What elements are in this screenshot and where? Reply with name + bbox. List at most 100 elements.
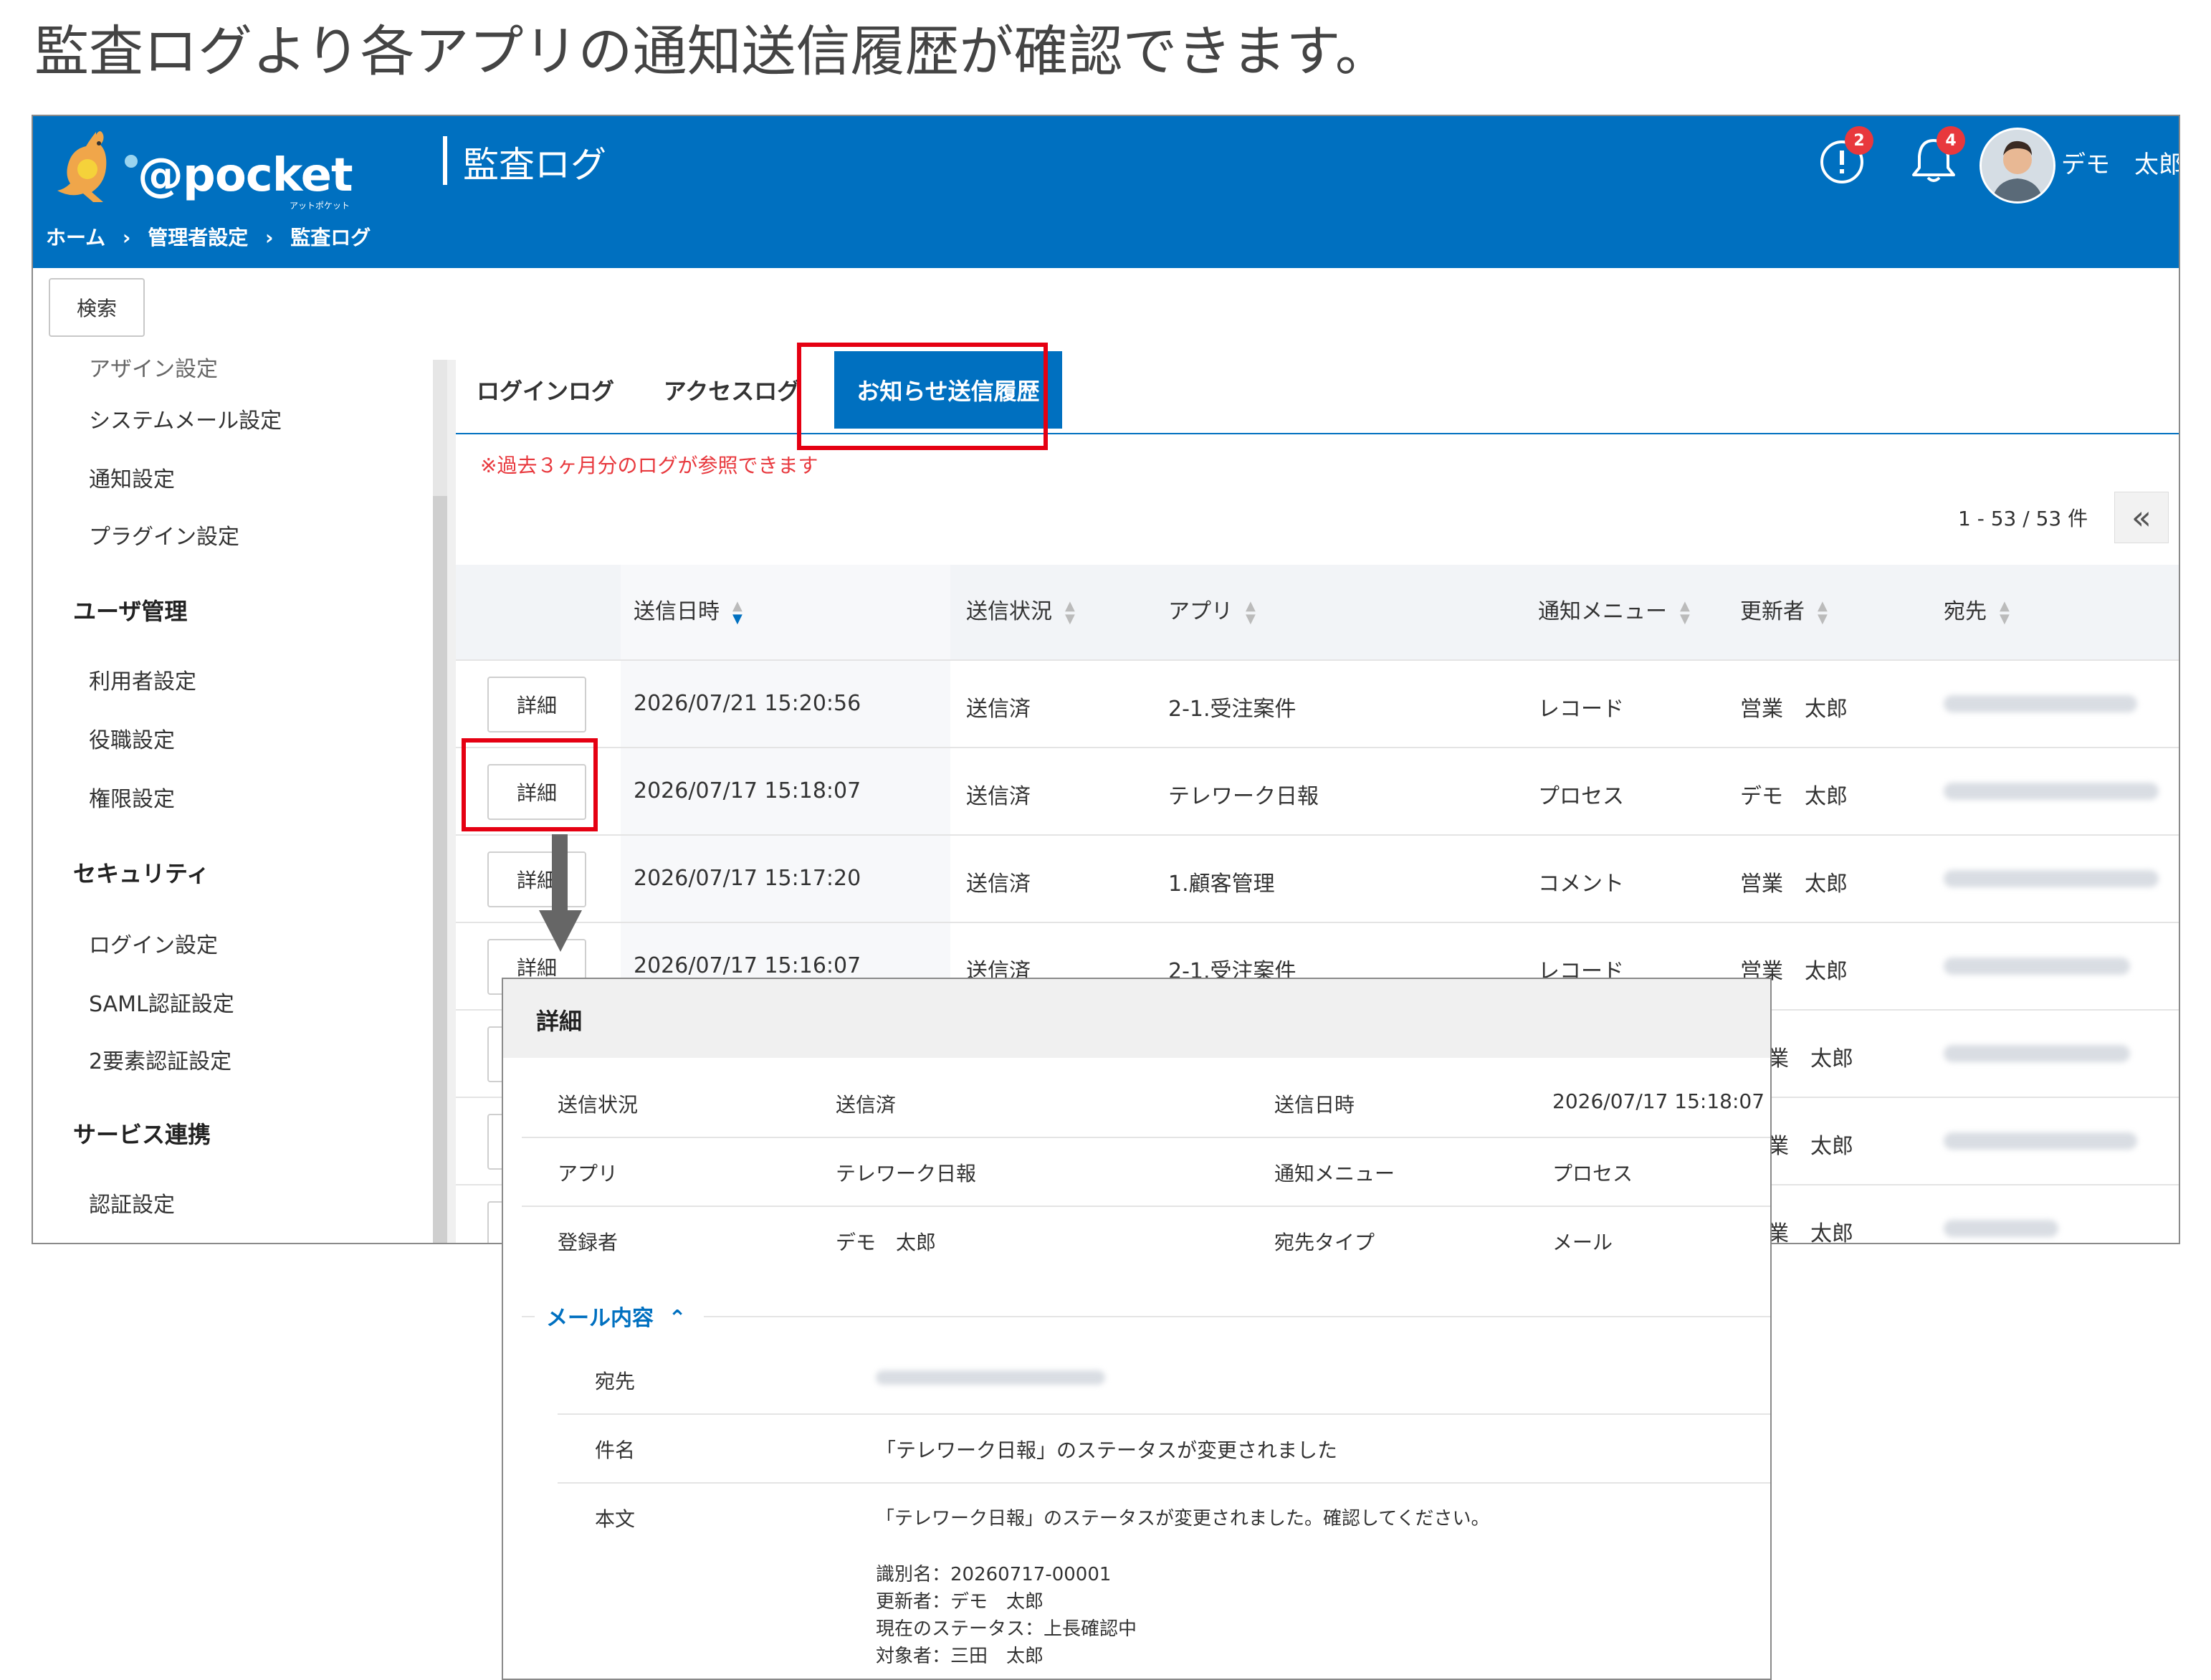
detail-button[interactable]: 詳細 bbox=[487, 677, 586, 732]
cell-destination-redacted bbox=[1944, 783, 2159, 800]
tab-login-log[interactable]: ログインログ bbox=[456, 351, 635, 429]
sidebar-heading-service-integration: サービス連携 bbox=[73, 1121, 211, 1148]
sidebar-heading-security: セキュリティ bbox=[73, 860, 210, 887]
cell-updater: 営業 太郎 bbox=[1740, 697, 1848, 722]
scrollbar-thumb[interactable] bbox=[433, 496, 447, 1243]
mail-body-line: 識別名：20260717-00001 bbox=[876, 1564, 1112, 1585]
sidebar-item-system-mail[interactable]: システムメール設定 bbox=[89, 403, 282, 434]
sort-icon: ▲ ▼ bbox=[1065, 598, 1075, 626]
mail-value-subject: 「テレワーク日報」のステータスが変更されました bbox=[876, 1438, 1338, 1462]
cell-destination-redacted bbox=[1944, 695, 2137, 712]
mail-label-to: 宛先 bbox=[595, 1370, 636, 1393]
chevron-up-icon: ⌃ bbox=[668, 1306, 687, 1331]
cell-updater: 業 太郎 bbox=[1767, 1221, 1853, 1244]
sort-icon: ▲ ▼ bbox=[1818, 598, 1828, 626]
search-area: 検索 bbox=[33, 268, 2179, 347]
pager-first-button[interactable]: « bbox=[2114, 492, 2169, 543]
cell-updater: 業 太郎 bbox=[1767, 1134, 1853, 1159]
cell-status: 送信済 bbox=[966, 784, 1031, 809]
tab-highlight-box bbox=[797, 343, 1048, 450]
mail-body-line: 対象者：三田 太郎 bbox=[876, 1646, 1044, 1667]
cell-destination-redacted bbox=[1944, 958, 2130, 975]
detail-button-highlight-box bbox=[462, 738, 598, 831]
cell-app: テレワーク日報 bbox=[1168, 784, 1319, 809]
app-logo[interactable]: @pocket アットポケット bbox=[46, 125, 361, 211]
cell-destination-redacted bbox=[1944, 870, 2159, 887]
alert-button[interactable]: 2 bbox=[1813, 126, 1873, 188]
field-value-datetime: 2026/07/17 15:18:07 bbox=[1552, 1089, 1765, 1113]
field-value-status: 送信済 bbox=[836, 1093, 897, 1117]
cell-menu: コメント bbox=[1538, 872, 1624, 897]
breadcrumb-admin-settings[interactable]: 管理者設定 bbox=[148, 226, 248, 249]
field-label-datetime: 送信日時 bbox=[1274, 1093, 1355, 1117]
field-label-destination-type: 宛先タイプ bbox=[1274, 1231, 1375, 1254]
notification-button[interactable]: 4 bbox=[1905, 126, 1965, 188]
column-header-updater[interactable]: 更新者 ▲ ▼ bbox=[1740, 593, 1828, 626]
sort-icon: ▲ ▼ bbox=[732, 598, 742, 626]
sidebar-item-positions[interactable]: 役職設定 bbox=[89, 722, 175, 754]
field-value-destination-type: メール bbox=[1552, 1231, 1613, 1254]
cell-datetime: 2026/07/17 15:18:07 bbox=[634, 778, 861, 803]
breadcrumb-separator: › bbox=[264, 226, 274, 249]
sidebar-item-2fa[interactable]: 2要素認証設定 bbox=[89, 1044, 231, 1075]
breadcrumb-audit-log: 監査ログ bbox=[290, 226, 371, 249]
cell-datetime: 2026/07/17 15:16:07 bbox=[634, 953, 861, 978]
sidebar-item-plugin[interactable]: プラグイン設定 bbox=[89, 519, 239, 550]
row-divider bbox=[456, 834, 2179, 836]
sidebar-item-login-settings[interactable]: ログイン設定 bbox=[89, 927, 218, 959]
mail-section-toggle[interactable]: メール内容 ⌃ bbox=[546, 1300, 687, 1332]
column-header-menu[interactable]: 通知メニュー ▲ ▼ bbox=[1538, 593, 1690, 626]
column-header-status[interactable]: 送信状況 ▲ ▼ bbox=[966, 593, 1075, 626]
notification-badge: 4 bbox=[1937, 126, 1965, 155]
field-value-menu: プロセス bbox=[1552, 1162, 1633, 1185]
pager-range: 1 - 53 / 53 件 bbox=[1958, 507, 2088, 530]
field-value-app: テレワーク日報 bbox=[836, 1162, 977, 1185]
field-divider bbox=[558, 1482, 1770, 1484]
kangaroo-icon bbox=[57, 131, 107, 202]
column-header-datetime[interactable]: 送信日時 ▲ ▼ bbox=[634, 593, 742, 626]
pointer-arrow bbox=[552, 834, 568, 913]
field-label-registrant: 登録者 bbox=[558, 1231, 619, 1254]
sidebar-item-users[interactable]: 利用者設定 bbox=[89, 664, 196, 695]
field-label-menu: 通知メニュー bbox=[1274, 1162, 1395, 1185]
row-divider bbox=[456, 922, 2179, 923]
detail-button[interactable]: 詳細 bbox=[487, 851, 586, 907]
mail-body-line: 「テレワーク日報」のステータスが変更されました。確認してください。 bbox=[876, 1508, 1490, 1529]
field-label-app: アプリ bbox=[558, 1162, 619, 1185]
logo-subtext: アットポケット bbox=[290, 201, 350, 211]
sidebar-item-cut[interactable]: アザイン設定 bbox=[89, 351, 218, 383]
sidebar-item-saml[interactable]: SAML認証設定 bbox=[89, 986, 234, 1018]
cell-datetime: 2026/07/17 15:17:20 bbox=[634, 866, 861, 891]
arrow-down-icon bbox=[539, 910, 582, 952]
cell-status: 送信済 bbox=[966, 872, 1031, 897]
mail-body-line: 更新者：デモ 太郎 bbox=[876, 1591, 1044, 1613]
field-value-registrant: デモ 太郎 bbox=[836, 1231, 937, 1254]
field-divider bbox=[522, 1206, 1770, 1207]
cell-updater: 営業 太郎 bbox=[1740, 872, 1848, 897]
row-divider bbox=[456, 747, 2179, 748]
cell-destination-redacted bbox=[1944, 1220, 2058, 1237]
sidebar-item-auth-settings[interactable]: 認証設定 bbox=[89, 1187, 175, 1218]
sidebar-scrollbar[interactable] bbox=[433, 360, 447, 1243]
cell-destination-redacted bbox=[1944, 1132, 2137, 1150]
sort-icon: ▲ ▼ bbox=[1680, 598, 1690, 626]
avatar[interactable] bbox=[1980, 128, 2055, 204]
cell-app: 1.顧客管理 bbox=[1168, 872, 1275, 897]
sidebar-item-permissions[interactable]: 権限設定 bbox=[89, 781, 175, 813]
row-divider bbox=[456, 659, 2179, 661]
breadcrumb-separator: › bbox=[122, 226, 131, 249]
retention-notice: ※過去３ヶ月分のログが参照できます bbox=[480, 454, 818, 477]
header-divider bbox=[443, 136, 447, 185]
dialog-title: 詳細 bbox=[536, 1008, 583, 1035]
cell-updater: 業 太郎 bbox=[1767, 1046, 1853, 1072]
cell-updater: デモ 太郎 bbox=[1740, 784, 1848, 809]
breadcrumb-home[interactable]: ホーム bbox=[46, 226, 105, 249]
column-header-destination[interactable]: 宛先 ▲ ▼ bbox=[1944, 593, 2010, 626]
mail-label-body: 本文 bbox=[595, 1507, 636, 1531]
detail-dialog: 詳細 送信状況 送信済 送信日時 2026/07/17 15:18:07 アプリ… bbox=[502, 978, 1772, 1680]
user-name[interactable]: デモ 太郎 bbox=[2061, 145, 2179, 180]
column-header-app[interactable]: アプリ ▲ ▼ bbox=[1168, 593, 1256, 626]
headline: 監査ログより各アプリの通知送信履歴が確認できます。 bbox=[34, 19, 1390, 83]
sidebar-item-notification[interactable]: 通知設定 bbox=[89, 462, 175, 493]
search-button[interactable]: 検索 bbox=[49, 278, 145, 337]
